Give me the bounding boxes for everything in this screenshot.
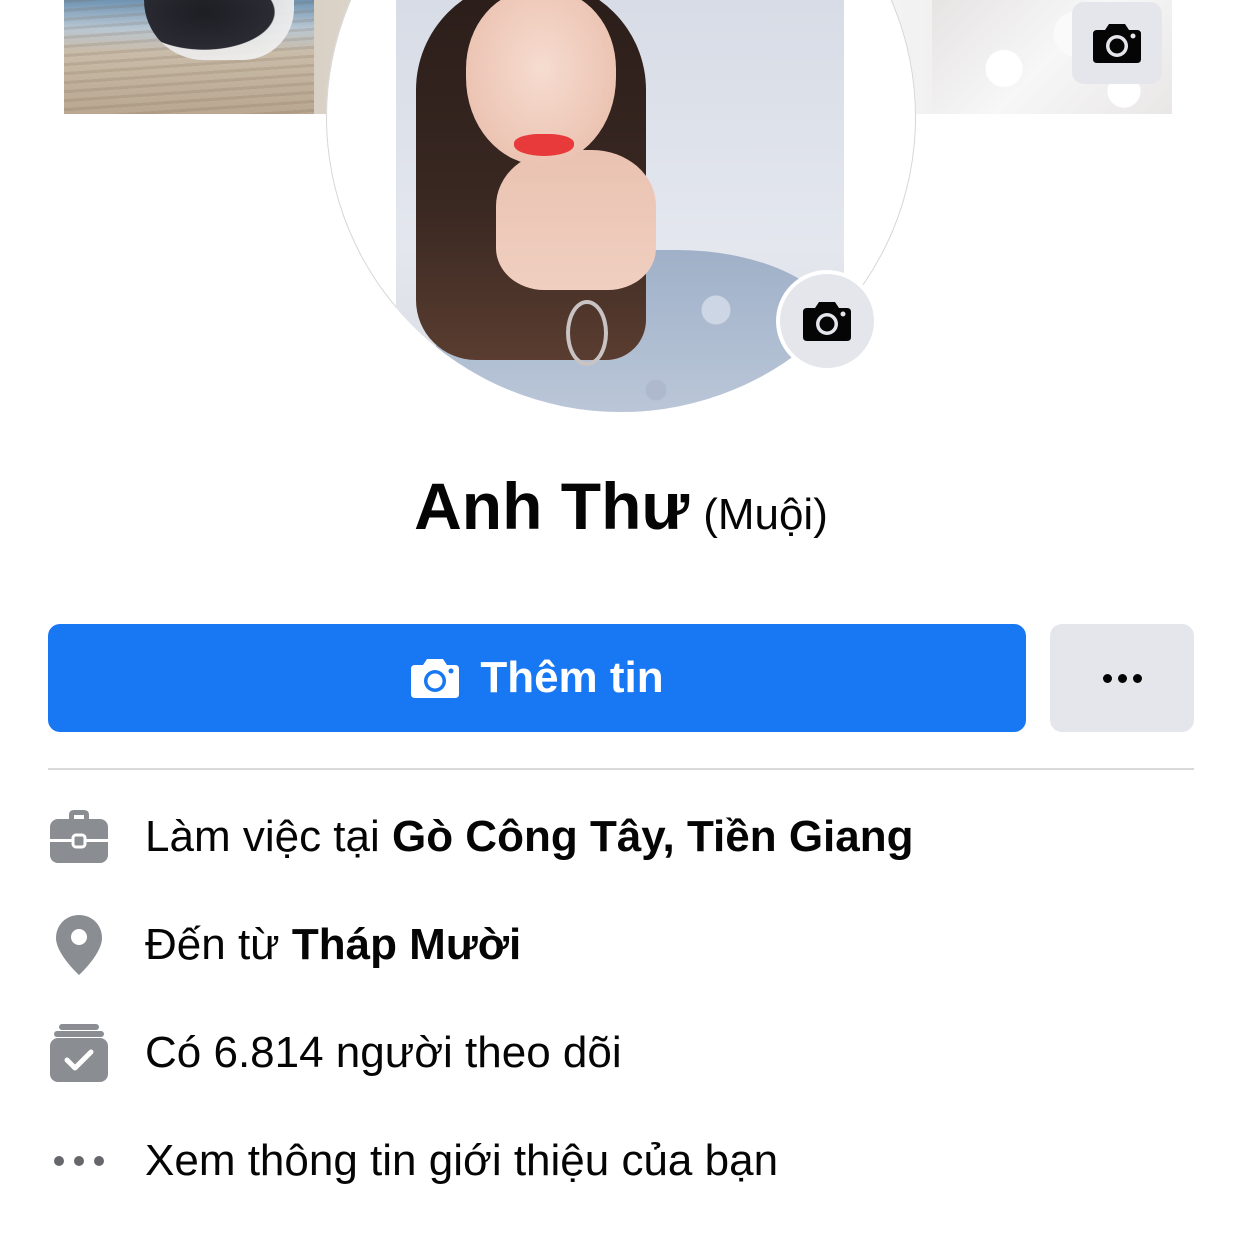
add-story-label: Thêm tin [480,653,664,702]
cover-photo-figure [144,0,294,60]
intro-work-prefix: Làm việc tại [145,812,392,861]
briefcase-icon [50,810,108,863]
intro-hometown-text: Đến từ Tháp Mười [145,920,521,970]
intro-work-text: Làm việc tại Gò Công Tây, Tiền Giang [145,812,914,862]
cover-photo-left-part [64,0,314,114]
intro-followers-row[interactable]: Có 6.814 người theo dõi [48,1013,1194,1093]
profile-photo-image [396,0,844,412]
profile-alternate-name: (Muội) [703,490,828,539]
photo-pendant [566,300,608,366]
camera-icon [803,302,851,341]
camera-icon [1093,24,1141,63]
intro-hometown-row[interactable]: Đến từ Tháp Mười [48,905,1194,985]
profile-display-name: Anh Thư [414,469,690,543]
add-story-button[interactable]: Thêm tin [48,624,1026,732]
intro-hometown-place[interactable]: Tháp Mười [292,920,521,969]
intro-hometown-prefix: Đến từ [145,920,292,969]
intro-see-about-text: Xem thông tin giới thiệu của bạn [145,1136,779,1185]
more-dots-icon [1102,673,1142,683]
followers-check-icon [50,1024,108,1082]
profile-name: Anh Thư (Muội) [0,468,1242,544]
more-dots-icon [54,1156,104,1166]
intro-followers-text: Có 6.814 người theo dõi [145,1028,622,1077]
intro-see-about-row[interactable]: Xem thông tin giới thiệu của bạn [48,1121,1194,1201]
edit-profile-picture-button[interactable] [776,270,878,372]
camera-icon [411,659,460,698]
divider [48,768,1194,770]
photo-lips [514,134,574,156]
photo-neck [496,150,656,290]
edit-cover-photo-button[interactable] [1072,2,1162,84]
intro-work-row[interactable]: Làm việc tại Gò Công Tây, Tiền Giang [48,797,1194,877]
more-options-button[interactable] [1050,624,1194,732]
intro-work-place[interactable]: Gò Công Tây, Tiền Giang [392,812,914,861]
location-pin-icon [56,915,102,975]
